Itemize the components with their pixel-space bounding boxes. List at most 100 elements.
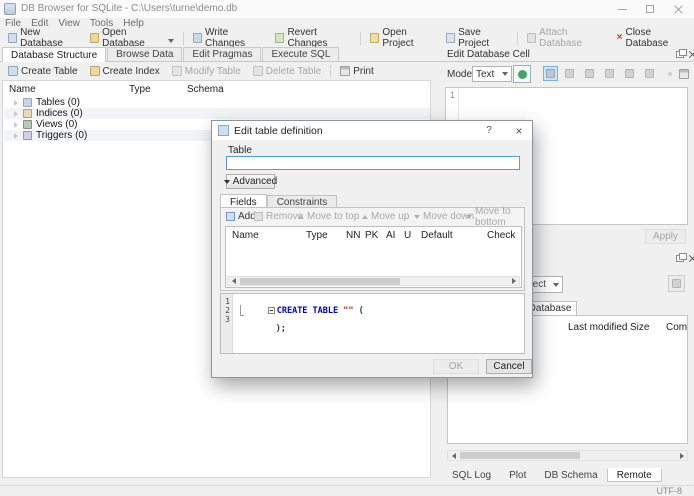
column-u[interactable]: U xyxy=(404,230,411,241)
tab-db-schema[interactable]: DB Schema xyxy=(535,469,606,483)
dialog-tab-bar: Fields Constraints xyxy=(220,193,338,209)
column-nn[interactable]: NN xyxy=(346,230,360,241)
chevron-down-icon xyxy=(502,72,508,76)
tab-edit-pragmas[interactable]: Edit Pragmas xyxy=(183,47,262,61)
column-pk[interactable]: PK xyxy=(365,230,378,241)
column-size[interactable]: Size xyxy=(630,322,649,333)
open-database-dropdown-icon[interactable] xyxy=(168,39,175,43)
scrollbar-thumb[interactable] xyxy=(460,452,580,459)
save-project-button[interactable]: Save Project xyxy=(440,27,514,49)
move-up-icon xyxy=(362,214,368,219)
cancel-button[interactable]: Cancel xyxy=(486,359,532,374)
scroll-left-button[interactable] xyxy=(448,451,459,460)
create-index-button[interactable]: Create Index xyxy=(84,63,166,79)
arrow-left-icon xyxy=(231,278,236,284)
maximize-button[interactable] xyxy=(636,0,664,18)
apply-cell-button: Apply xyxy=(645,229,686,244)
tab-database-structure[interactable]: Database Structure xyxy=(2,47,107,62)
arrow-right-icon xyxy=(511,278,516,284)
column-name[interactable]: Name xyxy=(232,230,259,241)
connect-icon xyxy=(672,279,681,288)
mode-label: Mode: xyxy=(447,69,475,80)
close-window-button[interactable] xyxy=(664,0,692,18)
main-toolbar: New Database Open Database Write Changes… xyxy=(0,27,694,49)
set-null-button xyxy=(622,66,637,81)
column-ai[interactable]: AI xyxy=(386,230,395,241)
tree-item-indices[interactable]: Indices (0) xyxy=(4,108,430,119)
print-icon xyxy=(678,68,689,79)
expand-icon[interactable] xyxy=(14,111,18,117)
print-button[interactable]: Print xyxy=(334,63,380,79)
column-type[interactable]: Type xyxy=(306,230,328,241)
auto-apply-button[interactable] xyxy=(513,65,531,83)
float-panel-icon[interactable] xyxy=(676,49,687,58)
add-field-button[interactable]: Add xyxy=(226,210,256,223)
import-file-button xyxy=(582,66,597,81)
remove-icon xyxy=(254,212,263,221)
dialog-close-button[interactable]: × xyxy=(508,121,530,140)
tree-header-name[interactable]: Name xyxy=(9,84,36,95)
arrow-right-icon xyxy=(679,452,684,459)
fields-horizontal-scrollbar[interactable] xyxy=(227,276,520,286)
ok-button: OK xyxy=(433,359,479,374)
column-commit[interactable]: Commit xyxy=(666,322,687,333)
revert-changes-button[interactable]: Revert Changes xyxy=(269,27,357,49)
fold-icon[interactable] xyxy=(267,307,275,314)
move-down-icon xyxy=(414,214,420,219)
table-name-input[interactable] xyxy=(226,156,520,170)
dialog-title-bar[interactable]: Edit table definition ? × xyxy=(212,121,532,140)
tree-header-type[interactable]: Type xyxy=(129,84,151,95)
remote-horizontal-scrollbar[interactable] xyxy=(447,450,688,461)
revert-changes-icon xyxy=(275,33,285,43)
more-icon xyxy=(667,71,672,76)
column-check[interactable]: Check xyxy=(487,230,515,241)
tree-header-schema[interactable]: Schema xyxy=(187,84,224,95)
tab-plot[interactable]: Plot xyxy=(500,469,535,483)
scroll-left-button[interactable] xyxy=(228,277,239,285)
expand-icon[interactable] xyxy=(14,122,18,128)
text-view-button[interactable] xyxy=(543,66,558,81)
table-label: Table xyxy=(228,145,252,156)
open-project-button[interactable]: Open Project xyxy=(364,27,440,49)
tab-sql-log[interactable]: SQL Log xyxy=(443,469,500,483)
expand-icon[interactable] xyxy=(14,133,18,139)
expand-icon[interactable] xyxy=(14,100,18,106)
print-cell-button[interactable] xyxy=(676,66,691,81)
tab-browse-data[interactable]: Browse Data xyxy=(107,47,183,61)
save-project-icon xyxy=(445,33,456,43)
close-panel-icon[interactable] xyxy=(688,50,694,59)
move-to-top-button: Move to top xyxy=(298,210,359,223)
fields-table[interactable]: Name Type NN PK AI U Default Check xyxy=(225,226,522,288)
export-icon xyxy=(605,69,614,78)
remove-field-button: Remove xyxy=(254,210,303,223)
column-default[interactable]: Default xyxy=(421,230,453,241)
new-database-button[interactable]: New Database xyxy=(2,27,84,49)
move-up-button: Move up xyxy=(362,210,409,223)
word-wrap-icon xyxy=(565,69,574,78)
float-panel-icon[interactable] xyxy=(676,253,687,262)
move-to-bottom-button: Move to bottom xyxy=(466,206,524,228)
write-changes-button[interactable]: Write Changes xyxy=(187,27,269,49)
scrollbar-thumb[interactable] xyxy=(240,278,400,285)
tree-item-tables[interactable]: Tables (0) xyxy=(4,97,430,108)
tab-remote[interactable]: Remote xyxy=(606,468,662,482)
close-panel-icon[interactable] xyxy=(688,254,694,263)
create-table-icon xyxy=(8,66,18,76)
open-database-button[interactable]: Open Database xyxy=(84,27,180,49)
tab-execute-sql[interactable]: Execute SQL xyxy=(262,47,340,61)
fields-tab-page: Add Remove Move to top Move up Move down… xyxy=(220,206,525,291)
mode-select[interactable]: Text xyxy=(472,66,512,82)
sql-preview[interactable]: 1 2 3 CREATE TABLE "" ( ); xyxy=(220,293,525,354)
column-last-modified[interactable]: Last modified xyxy=(568,322,627,333)
views-icon xyxy=(23,120,32,129)
dialog-help-button[interactable]: ? xyxy=(480,121,498,140)
create-table-button[interactable]: Create Table xyxy=(2,63,84,79)
toolbar-separator xyxy=(183,31,184,45)
advanced-button[interactable]: Advanced xyxy=(223,174,277,189)
close-database-button[interactable]: × Close Database xyxy=(611,27,694,49)
minimize-button[interactable] xyxy=(608,0,636,18)
word-wrap-button[interactable] xyxy=(562,66,577,81)
scroll-right-button[interactable] xyxy=(508,277,519,285)
print-icon xyxy=(340,66,351,76)
scroll-right-button[interactable] xyxy=(676,451,687,460)
